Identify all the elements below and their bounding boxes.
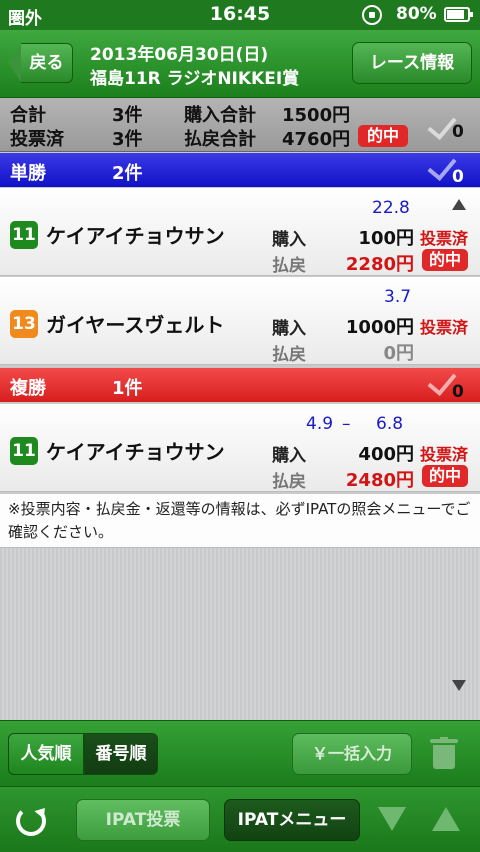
vote-status: 投票済 — [420, 318, 469, 337]
ipat-vote-button[interactable]: IPAT投票 — [76, 799, 210, 841]
sort-number-button[interactable]: 番号順 — [84, 733, 158, 775]
buy-label: 購入 — [272, 319, 306, 339]
bet-row[interactable]: 13 ガイヤースヴェルト 3.7 購入 1000円 投票済 払戻 0円 — [0, 277, 480, 365]
empty-list-area — [0, 548, 480, 720]
section-count: 2件 — [112, 163, 143, 184]
vote-status: 投票済 — [420, 445, 469, 464]
race-date: 2013年06月30日(日) — [90, 45, 269, 65]
hit-badge: 的中 — [422, 465, 468, 487]
lock-rotation-icon — [362, 5, 382, 25]
voted-label: 投票済 — [10, 129, 64, 150]
section-header-win: 単勝 2件 0 — [0, 150, 480, 187]
ipat-menu-button[interactable]: IPATメニュー — [224, 799, 360, 841]
horse-number-badge: 11 — [10, 437, 38, 465]
section-name: 単勝 — [10, 163, 46, 184]
battery-icon — [444, 7, 473, 22]
bet-row[interactable]: 11 ケイアイチョウサン 22.8 購入 100円 投票済 払戻 2280円 的… — [0, 188, 480, 276]
odds: 22.8 — [372, 198, 410, 218]
payout-label: 払戻 — [272, 256, 306, 276]
total-label: 合計 — [10, 105, 46, 126]
buy-amount: 1000円 — [345, 317, 414, 338]
payout-amount: 0円 — [383, 343, 414, 364]
payout-label: 払戻 — [272, 472, 306, 492]
vote-status: 投票済 — [420, 229, 469, 248]
buy-label: 購入 — [272, 446, 306, 466]
sort-toolbar: 人気順 番号順 ￥一括入力 — [0, 720, 480, 786]
odds-separator: – — [342, 414, 351, 434]
section-name: 複勝 — [10, 378, 46, 399]
arrow-up-icon[interactable] — [432, 807, 460, 831]
buy-amount: 100円 — [358, 228, 414, 249]
section-header-place: 複勝 1件 0 — [0, 365, 480, 402]
odds-high: 6.8 — [376, 414, 404, 434]
notice-text: ※投票内容・払戻金・返還等の情報は、必ずIPATの照会メニューでご確認ください。 — [0, 494, 480, 548]
odds: 3.7 — [384, 287, 412, 307]
purchase-total-label: 購入合計 — [184, 105, 256, 126]
payout-amount: 2480円 — [345, 470, 414, 491]
section-count: 1件 — [112, 378, 143, 399]
status-bar: 圏外 16:45 80% — [0, 0, 480, 30]
section-checked-count: 0 — [452, 167, 464, 187]
back-button-label: 戻る — [21, 43, 73, 83]
total-count: 3件 — [112, 105, 143, 126]
buy-label: 購入 — [272, 230, 306, 250]
horse-number-badge: 13 — [10, 310, 38, 338]
scroll-up-icon[interactable] — [452, 199, 466, 210]
payout-amount: 2280円 — [345, 254, 414, 275]
sort-popular-button[interactable]: 人気順 — [8, 733, 84, 775]
race-title: 福島11R ラジオNIKKEI賞 — [90, 69, 300, 89]
trash-icon-lid — [430, 739, 458, 743]
scroll-down-icon[interactable] — [452, 680, 466, 691]
bottom-toolbar: IPAT投票 IPATメニュー — [0, 786, 480, 852]
payout-total-amount: 4760円 — [282, 129, 351, 150]
horse-name: ケイアイチョウサン — [46, 440, 225, 464]
odds-low: 4.9 — [306, 414, 334, 434]
payout-label: 払戻 — [272, 345, 306, 365]
hit-badge: 的中 — [422, 249, 468, 271]
purchase-total-amount: 1500円 — [282, 105, 351, 126]
navigation-bar: 戻る 2013年06月30日(日) 福島11R ラジオNIKKEI賞 レース情報 — [0, 30, 480, 98]
summary-panel: 合計 3件 購入合計 1500円 投票済 3件 払戻合計 4760円 的中 0 — [0, 98, 480, 152]
voted-count: 3件 — [112, 129, 143, 150]
back-arrow-icon — [8, 43, 22, 83]
battery-percent: 80% — [396, 4, 437, 24]
bet-row[interactable]: 11 ケイアイチョウサン 4.9 – 6.8 購入 400円 投票済 払戻 24… — [0, 404, 480, 492]
horse-name: ガイヤースヴェルト — [46, 313, 225, 337]
buy-amount: 400円 — [358, 444, 414, 465]
refresh-icon[interactable] — [16, 806, 46, 836]
trash-icon[interactable] — [430, 737, 458, 769]
horse-name: ケイアイチョウサン — [46, 224, 225, 248]
race-info-button[interactable]: レース情報 — [352, 42, 472, 84]
trash-icon-can — [433, 745, 455, 769]
bulk-input-button[interactable]: ￥一括入力 — [292, 733, 412, 775]
horse-number-badge: 11 — [10, 221, 38, 249]
payout-total-label: 払戻合計 — [184, 129, 256, 150]
back-button[interactable]: 戻る — [8, 43, 73, 83]
checked-count: 0 — [452, 122, 464, 142]
arrow-down-icon[interactable] — [378, 807, 406, 831]
hit-badge: 的中 — [358, 125, 408, 147]
section-checked-count: 0 — [452, 382, 464, 402]
